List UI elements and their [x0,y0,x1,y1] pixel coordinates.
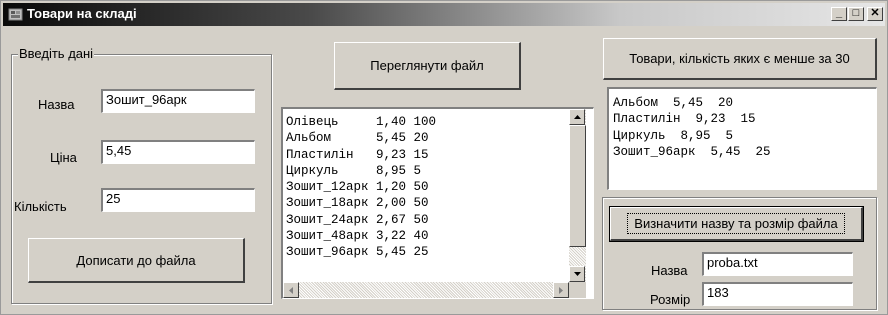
minimize-button[interactable]: _ [831,7,847,21]
title-bar[interactable]: Товари на складі _ □ ✕ [3,3,885,26]
text-line: Олівець 1,40 100 [286,115,437,129]
text-line: Пластилін 9,23 15 [286,147,429,162]
app-icon [8,8,23,21]
text-line: Зошит_48арк 3,22 40 [286,229,429,244]
price-input[interactable]: 5,45 [100,139,256,165]
maximize-icon: □ [852,7,860,19]
get-file-info-label: Визначити назву та розмір файла [627,213,845,234]
close-button[interactable]: ✕ [867,7,883,21]
horizontal-scrollbar[interactable] [283,282,569,298]
text-line: Зошит_24арк 2,67 50 [286,212,429,227]
file-name-input[interactable]: proba.txt [701,251,854,277]
view-file-label: Переглянути файл [370,58,484,73]
text-line: Пластилін 9,23 15 [613,112,756,127]
scroll-down-button[interactable] [569,266,585,282]
get-file-info-button[interactable]: Визначити назву та розмір файла [609,206,864,242]
text-line: Альбом 5,45 20 [613,96,734,110]
text-line: Циркуль 8,95 5 [613,128,734,143]
input-groupbox-legend: Введіть дані [18,46,95,61]
app-window: Товари на складі _ □ ✕ Введіть дані Назв… [0,0,888,315]
quantity-label: Кількість [14,199,67,214]
scroll-right-button[interactable] [553,282,569,298]
text-line: Зошит_18арк 2,00 50 [286,196,429,211]
vertical-scroll-thumb[interactable] [569,125,586,247]
append-to-file-label: Дописати до файла [76,252,196,268]
text-line: Зошит_96арк 5,45 25 [613,144,771,159]
vertical-scrollbar[interactable] [569,109,586,283]
scroll-up-button[interactable] [569,109,585,125]
text-line: Зошит_12арк 1,20 50 [286,180,429,195]
arrow-down-icon [573,272,581,276]
scrollbar-corner [569,282,586,298]
result-text: Альбом 5,45 20 Пластилін 9,23 15 Циркуль 8… [613,95,771,160]
minimize-icon: _ [835,7,843,19]
view-file-button[interactable]: Переглянути файл [334,42,521,90]
file-size-input[interactable]: 183 [701,281,854,307]
arrow-left-icon [289,286,293,294]
close-icon: ✕ [870,7,880,19]
text-line: Зошит_96арк 5,45 25 [286,245,429,260]
less-than-30-label: Товари, кількість яких є менше за 30 [629,51,850,66]
arrow-right-icon [559,286,563,294]
file-contents-memo[interactable]: Олівець 1,40 100 Альбом 5,45 20 Пластилін … [281,107,594,299]
name-label: Назва [38,97,75,112]
less-than-30-button[interactable]: Товари, кількість яких є менше за 30 [603,38,877,80]
file-name-label: Назва [651,263,688,278]
scroll-left-button[interactable] [283,282,299,298]
text-line: Циркуль 8,95 5 [286,163,422,178]
append-to-file-button[interactable]: Дописати до файла [28,238,245,283]
arrow-up-icon [573,115,581,119]
file-contents-text: Олівець 1,40 100 Альбом 5,45 20 Пластилін … [286,114,436,261]
window-title: Товари на складі [27,6,137,21]
result-memo[interactable]: Альбом 5,45 20 Пластилін 9,23 15 Циркуль 8… [607,87,877,190]
name-input[interactable]: Зошит_96арк [100,88,256,114]
price-label: Ціна [50,150,77,165]
quantity-input[interactable]: 25 [100,187,256,213]
file-size-label: Розмір [650,292,691,307]
maximize-button[interactable]: □ [848,7,864,21]
text-line: Альбом 5,45 20 [286,131,429,146]
